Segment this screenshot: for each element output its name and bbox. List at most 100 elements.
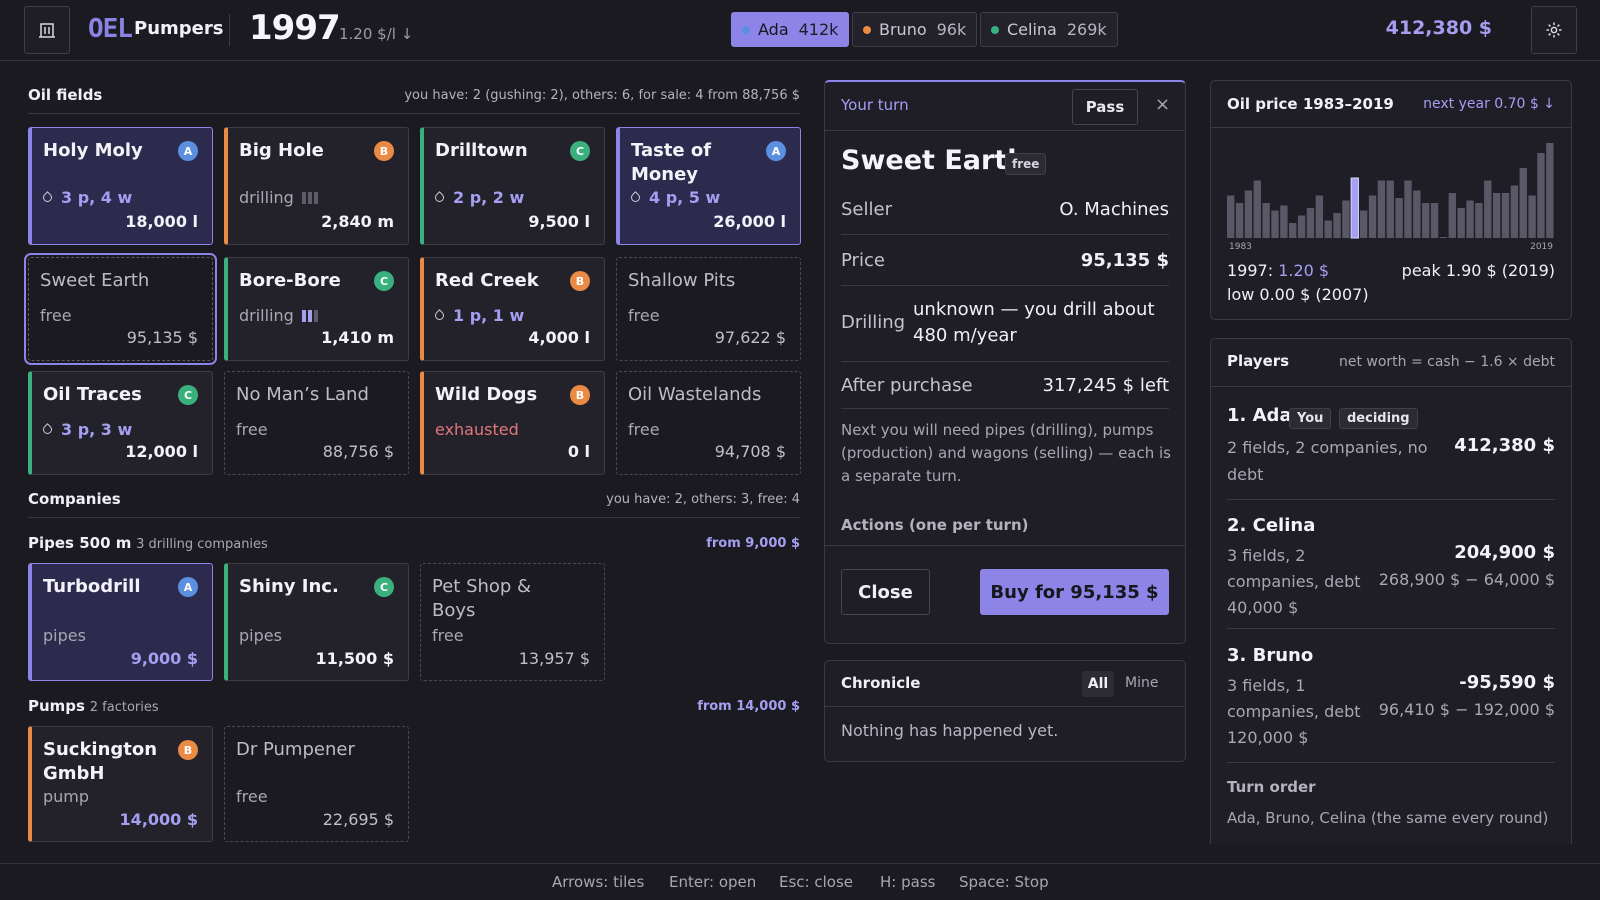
tile-name: Bore-Bore — [239, 270, 341, 291]
building-icon — [39, 23, 55, 38]
price-bar-1987 — [1262, 203, 1270, 238]
tile-value: 94,708 $ — [714, 442, 786, 461]
hint-space: Space: Stop — [959, 873, 1049, 891]
net-worth-formula: net worth = cash − 1.6 × debt — [1338, 354, 1555, 370]
tab-all[interactable]: All — [1082, 671, 1114, 697]
price-bar-1997 — [1350, 177, 1359, 239]
player-desc: 3 fields, 2 companies, debt 40,000 $ — [1227, 546, 1361, 617]
cash-display: 412,380 $ — [1385, 17, 1492, 39]
low-price: low 0.00 $ (2007) — [1227, 285, 1369, 304]
oil-fields-info: you have: 2 (gushing: 2), others: 6, for… — [404, 88, 800, 103]
owner-badge: B — [570, 385, 590, 405]
close-icon[interactable]: × — [1155, 94, 1170, 115]
field-tile-shallow-pits[interactable]: Shallow Pits free 97,622 $ — [616, 257, 801, 361]
selected-field-name: Sweet Earth — [841, 145, 1027, 176]
tile-value: 95,135 $ — [126, 328, 198, 347]
tile-value: 4,000 l — [528, 328, 590, 347]
pass-button[interactable]: Pass — [1072, 89, 1138, 125]
next-steps-note: Next you will need pipes (drilling), pum… — [841, 421, 1171, 485]
price-bar-2014 — [1501, 193, 1510, 238]
tile-value: 13,957 $ — [518, 649, 590, 668]
after-purchase-label: After purchase — [841, 375, 973, 396]
company-tile-turbodrill[interactable]: Turbodrill A pipes 9,000 $ — [28, 563, 213, 681]
company-tile-pet-shop-boys[interactable]: Pet Shop & Boys free 13,957 $ — [420, 563, 605, 681]
field-tile-bore-bore[interactable]: Bore-Bore C drilling 1,410 m — [224, 257, 409, 361]
chronicle-title: Chronicle — [841, 674, 921, 692]
close-button[interactable]: Close — [841, 569, 930, 615]
price-bar-1985 — [1244, 190, 1253, 238]
drilling-label: Drilling — [841, 312, 906, 333]
settings-button[interactable] — [1531, 6, 1577, 54]
current-price-value: 1.20 $ — [1278, 261, 1330, 280]
company-tile-suckington[interactable]: Suckington GmbH B pump 14,000 $ — [28, 726, 213, 842]
tile-value: 9,000 $ — [130, 649, 198, 668]
company-tile-dr-pumpener[interactable]: Dr Pumpener free 22,695 $ — [224, 726, 409, 842]
hint-esc: Esc: close — [779, 873, 853, 891]
tile-sub: 1 p, 1 w — [453, 306, 525, 325]
current-price-line: 1997: 1.20 $ — [1227, 261, 1329, 280]
players-title: Players — [1227, 352, 1290, 370]
tile-name: Holy Moly — [43, 140, 143, 161]
owner-badge: A — [178, 141, 198, 161]
pipes-title: Pipes 500 m — [28, 534, 132, 552]
price-bar-2017 — [1528, 195, 1536, 238]
hint-arrows: Arrows: tiles — [552, 873, 645, 891]
field-tile-sweet-earth[interactable]: Sweet Earth free 95,135 $ — [24, 253, 217, 365]
field-tile-wild-dogs[interactable]: Wild Dogs B exhausted 0 l — [420, 371, 605, 475]
field-tile-red-creek[interactable]: Red Creek B 1 p, 1 w 4,000 l — [420, 257, 605, 361]
price-bar-2016 — [1519, 168, 1527, 238]
player-worth-calc: 96,410 $ − 192,000 $ — [1378, 700, 1555, 719]
tile-sub: pipes — [239, 626, 282, 645]
player-rank-bruno: 3. Bruno — [1227, 645, 1314, 666]
pipes-from-price: from 9,000 $ — [706, 536, 800, 551]
tile-value: 14,000 $ — [119, 810, 198, 829]
menu-button[interactable] — [24, 6, 70, 54]
tab-mine[interactable]: Mine — [1125, 675, 1158, 691]
companies-title: Companies — [28, 490, 121, 508]
owner-badge: C — [374, 271, 394, 291]
tile-name: Sweet Earth — [40, 270, 150, 291]
player-chip-bruno[interactable]: Bruno 96k — [852, 12, 978, 47]
field-tile-holy-moly[interactable]: Holy Moly A 3 p, 4 w 18,000 l — [28, 127, 213, 245]
player-desc: 3 fields, 1 companies, debt 120,000 $ — [1227, 676, 1361, 747]
divider — [229, 14, 230, 46]
company-tile-shiny-inc[interactable]: Shiny Inc. C pipes 11,500 $ — [224, 563, 409, 681]
player-chip-value: 96k — [936, 20, 967, 39]
buy-button[interactable]: Buy for 95,135 $ — [980, 569, 1169, 615]
turn-order-value: Ada, Bruno, Celina (the same every round… — [1227, 809, 1549, 827]
top-bar: OEL Pumpers 1997 1.20 $/l ↓ Ada 412k Bru… — [0, 0, 1600, 61]
current-price-label: 1997: — [1227, 261, 1274, 280]
pumps-from-price: from 14,000 $ — [697, 699, 800, 714]
field-tile-oil-wastelands[interactable]: Oil Wastelands free 94,708 $ — [616, 371, 801, 475]
tile-name: Oil Wastelands — [628, 384, 762, 405]
price-bar-2006 — [1430, 203, 1439, 238]
price-bar-1994 — [1324, 220, 1332, 238]
tile-sub: drilling — [239, 306, 294, 325]
oil-drop-icon — [41, 191, 54, 204]
player-chip-name: Bruno — [879, 20, 927, 39]
player-chip-celina[interactable]: Celina 269k — [980, 12, 1118, 47]
field-tile-no-mans-land[interactable]: No Man’s Land free 88,756 $ — [224, 371, 409, 475]
status-badge: free — [1005, 153, 1047, 175]
chronicle-empty: Nothing has happened yet. — [841, 721, 1059, 740]
price-bar-2004 — [1413, 190, 1421, 238]
drilling-progress-icon — [301, 307, 320, 326]
you-badge: You — [1289, 408, 1332, 429]
tile-sub: 3 p, 3 w — [61, 420, 133, 439]
price-bar-2018 — [1537, 153, 1545, 238]
drilling-value: unknown — you drill about 480 m/year — [913, 299, 1155, 346]
player-chip-value: 269k — [1066, 20, 1107, 39]
tile-name: Big Hole — [239, 140, 324, 161]
price-bar-2015 — [1510, 185, 1519, 238]
pipes-sub: 3 drilling companies — [136, 537, 268, 552]
field-tile-big-hole[interactable]: Big Hole B drilling 2,840 m — [224, 127, 409, 245]
field-tile-drilltown[interactable]: Drilltown C 2 p, 2 w 9,500 l — [420, 127, 605, 245]
field-tile-taste-of-money[interactable]: Taste of Money A 4 p, 5 w 26,000 l — [616, 127, 801, 245]
player-chip-ada[interactable]: Ada 412k — [731, 12, 850, 47]
tile-sub: free — [40, 306, 72, 325]
deciding-badge: deciding — [1339, 408, 1418, 429]
tile-sub: free — [432, 626, 464, 645]
player-dot — [742, 25, 750, 34]
tile-name: Shallow Pits — [628, 270, 736, 291]
field-tile-oil-traces[interactable]: Oil Traces C 3 p, 3 w 12,000 l — [28, 371, 213, 475]
